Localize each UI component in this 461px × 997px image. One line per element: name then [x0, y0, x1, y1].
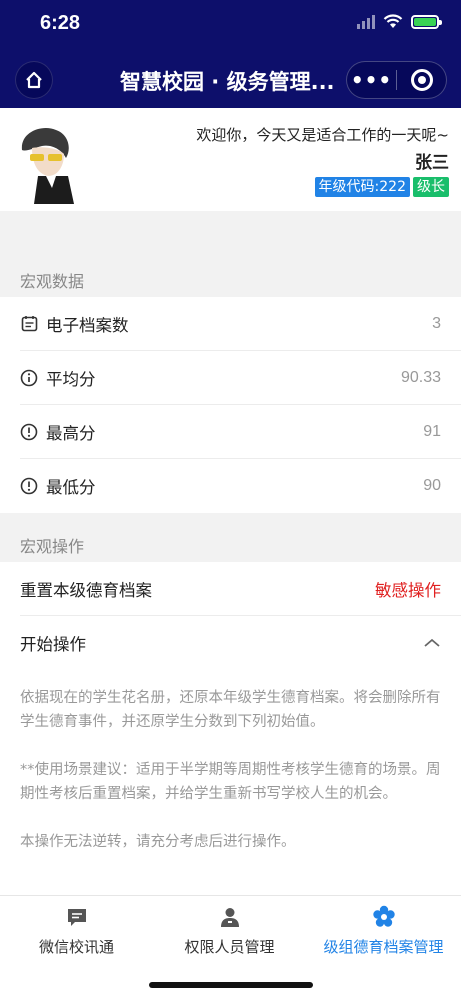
wifi-icon: [383, 14, 403, 28]
list-item[interactable]: 电子档案数 3: [20, 297, 461, 351]
person-icon: [153, 904, 306, 930]
info-circle-icon: [20, 369, 38, 387]
operation-description: 依据现在的学生花名册，还原本年级学生德育档案。将会删除所有学生德育事件，并还原学…: [0, 670, 461, 895]
home-icon: [26, 71, 42, 89]
min-score-value: 90: [423, 477, 441, 494]
start-operation-label: 开始操作: [20, 635, 86, 654]
chevron-up-icon[interactable]: [423, 634, 441, 653]
home-indicator: [149, 982, 313, 988]
macro-ops-title: 宏观操作: [20, 537, 85, 556]
status-icons: [357, 14, 442, 29]
more-options-button[interactable]: •••: [347, 68, 396, 92]
tab-wechat-notice[interactable]: 微信校讯通: [0, 904, 153, 957]
battery-icon: [411, 14, 442, 29]
record-count-label: 电子档案数: [46, 315, 129, 335]
greeting-text: 欢迎你，今天又是适合工作的一天呢~: [196, 126, 449, 144]
cellular-signal-icon: [357, 14, 375, 29]
max-score-value: 91: [423, 422, 441, 440]
tab-label: 权限人员管理: [184, 938, 275, 956]
user-name: 张三: [415, 153, 449, 173]
list-item[interactable]: 最高分 91: [20, 405, 461, 459]
tab-label: 微信校讯通: [38, 938, 114, 956]
close-miniprogram-button[interactable]: [397, 69, 446, 91]
max-score-label: 最高分: [46, 423, 96, 443]
description-paragraph: **使用场景建议：适用于半学期等周期性考核学生德育的场景。周期性考核后重置档案，…: [20, 762, 441, 802]
record-count-value: 3: [432, 314, 441, 332]
list-item[interactable]: 平均分 90.33: [20, 351, 461, 405]
home-button[interactable]: [15, 61, 53, 99]
reset-records-item[interactable]: 重置本级德育档案 敏感操作: [20, 562, 461, 616]
target-icon: [410, 69, 433, 91]
sensitive-operation-badge: 敏感操作: [375, 580, 441, 600]
reset-records-label: 重置本级德育档案: [20, 580, 152, 600]
top-bar: 6:28 智慧校园 · 级务管理... •••: [0, 0, 461, 108]
average-score-label: 平均分: [46, 369, 96, 389]
profile-card: 欢迎你，今天又是适合工作的一天呢~ 张三 年级代码:222 级长: [0, 108, 461, 211]
gear-flower-icon: [306, 904, 461, 930]
avatar[interactable]: [12, 122, 84, 204]
min-score-label: 最低分: [46, 478, 96, 497]
message-icon: [0, 904, 153, 930]
list-item[interactable]: 最低分 90: [20, 459, 461, 513]
macro-ops-list: 重置本级德育档案 敏感操作 开始操作: [0, 562, 461, 670]
tab-permission-management[interactable]: 权限人员管理: [153, 904, 306, 957]
user-tags: 年级代码:222 级长: [314, 177, 449, 197]
page-title: 智慧校园 · 级务管理...: [120, 70, 335, 94]
macro-data-title: 宏观数据: [20, 272, 85, 291]
description-paragraph: 依据现在的学生花名册，还原本年级学生德育档案。将会删除所有学生德育事件，并还原学…: [20, 690, 441, 730]
calendar-icon: [20, 315, 38, 333]
alert-circle-icon: [20, 423, 38, 441]
description-paragraph: 本操作无法逆转，请充分考虑后进行操作。: [20, 834, 296, 850]
grade-code-badge: 年级代码:222: [314, 177, 410, 197]
macro-data-list: 电子档案数 3 平均分 90.33 最高分 91 最低分 90: [0, 297, 461, 513]
status-time: 6:28: [40, 12, 81, 34]
average-score-value: 90.33: [400, 368, 441, 386]
tab-moral-records[interactable]: 级组德育档案管理: [306, 904, 461, 957]
alert-circle-icon: [20, 477, 38, 495]
start-operation-toggle[interactable]: 开始操作: [20, 616, 461, 670]
miniprogram-capsule: •••: [346, 61, 447, 99]
tab-label: 级组德育档案管理: [323, 938, 444, 956]
role-badge: 级长: [413, 177, 449, 197]
